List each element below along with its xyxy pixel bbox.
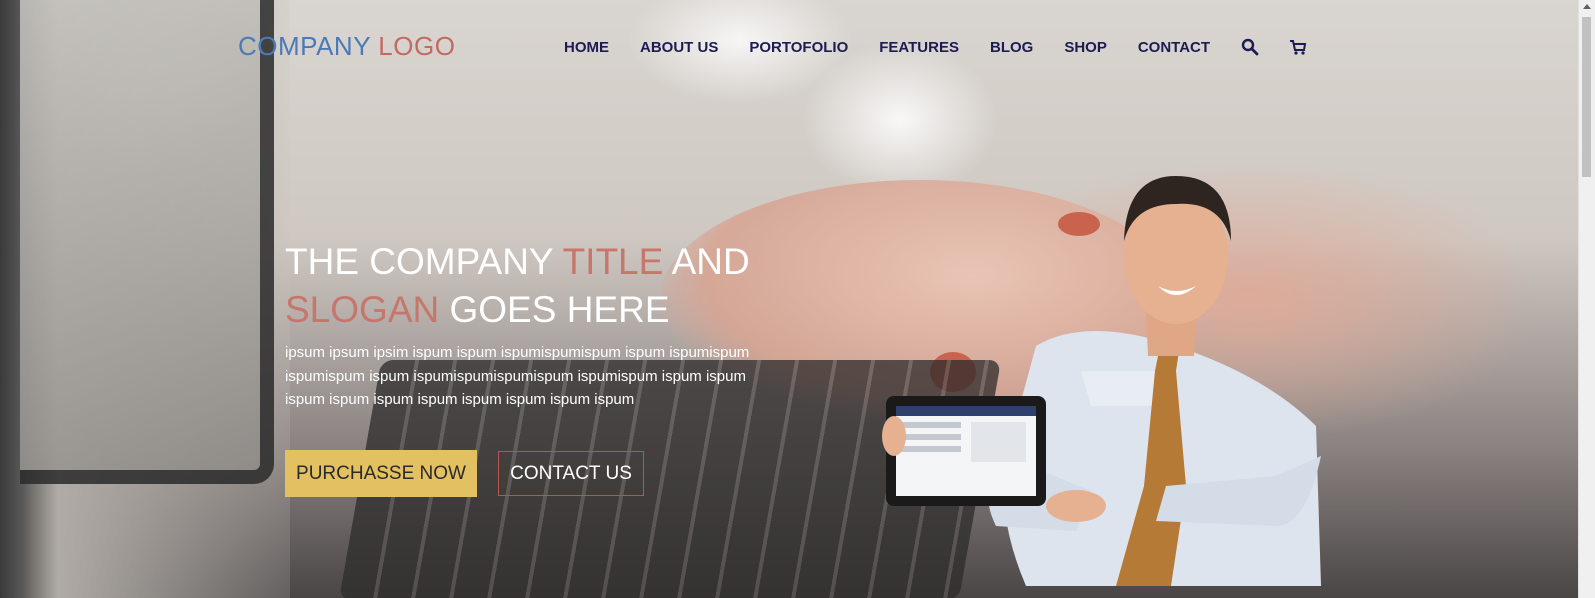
company-logo[interactable]: COMPANY LOGO [238, 31, 455, 62]
search-icon[interactable] [1241, 38, 1259, 56]
nav-home[interactable]: HOME [564, 39, 609, 56]
hero-description: ipsum ipsum ipsim ispum ispum ispumispum… [285, 344, 750, 408]
cart-icon[interactable] [1289, 38, 1307, 56]
nav-blog[interactable]: BLOG [990, 39, 1033, 56]
title-highlight: SLOGAN [285, 289, 440, 330]
nav-features[interactable]: FEATURES [879, 39, 959, 56]
page-title: THE COMPANY TITLE AND SLOGAN GOES HERE [285, 238, 805, 334]
main-nav: HOME ABOUT US PORTOFOLIO FEATURES BLOG S… [564, 38, 1337, 56]
title-word: THE COMPANY [285, 241, 553, 282]
scroll-up-arrow-icon[interactable] [1583, 4, 1591, 9]
logo-part-logo: LOGO [378, 31, 456, 61]
title-word: AND [671, 241, 750, 282]
scrollbar-thumb[interactable] [1582, 17, 1591, 177]
contact-us-button[interactable]: CONTACT US [498, 451, 644, 496]
title-word: GOES HERE [449, 289, 670, 330]
title-highlight: TITLE [562, 241, 664, 282]
businessman-image [882, 176, 1321, 586]
nav-contact[interactable]: CONTACT [1138, 39, 1210, 56]
laptop-screen [20, 0, 274, 484]
purchase-now-button[interactable]: PURCHASSE NOW [285, 450, 477, 497]
logo-part-company: COMPANY [238, 31, 371, 61]
nav-shop[interactable]: SHOP [1064, 39, 1107, 56]
hero-background: COMPANY LOGO HOME ABOUT US PORTOFOLIO FE… [0, 0, 1578, 598]
vertical-scrollbar[interactable] [1578, 0, 1595, 598]
nav-about-us[interactable]: ABOUT US [640, 39, 718, 56]
nav-portofolio[interactable]: PORTOFOLIO [749, 39, 848, 56]
